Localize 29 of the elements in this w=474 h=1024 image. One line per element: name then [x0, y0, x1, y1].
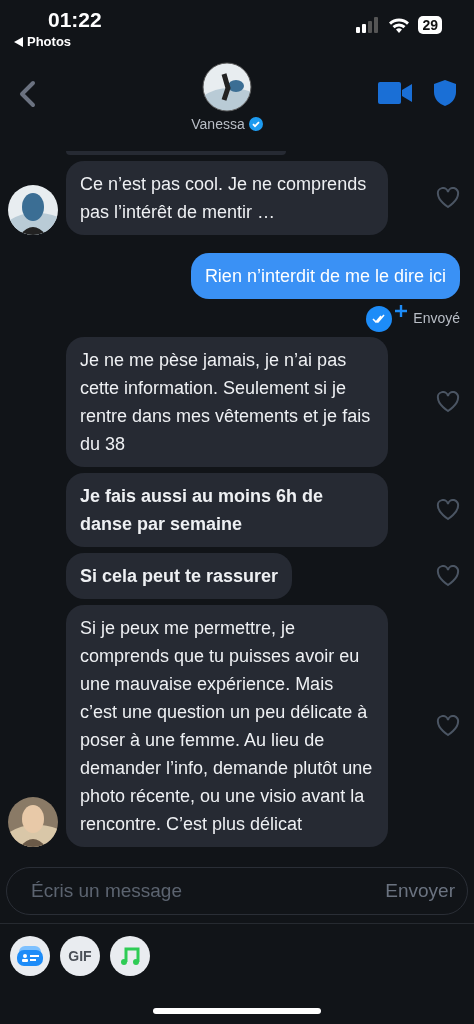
message-status: Envoyé	[413, 310, 460, 326]
heart-icon[interactable]	[436, 187, 460, 209]
gif-button[interactable]: GIF	[60, 936, 100, 976]
music-button[interactable]	[110, 936, 150, 976]
video-call-icon[interactable]	[378, 82, 412, 104]
status-time: 01:22	[48, 8, 102, 32]
message-bubble: Je fais aussi au moins 6h de danse par semaine	[66, 473, 388, 547]
message-bubble: Si cela peut te rassurer	[66, 553, 293, 599]
contact-card-button[interactable]	[10, 936, 50, 976]
heart-icon[interactable]	[436, 565, 460, 587]
message-bubble: Si je peux me permettre, je comprends que tu puisses avoir eu une mauvaise expérience. Mais c’est une question un peu délicate à poser à une femme. Au lieu de demander l’info, demande plutôt une photo récente, ou une visio avant la rencontre. C’est plus délicat	[66, 605, 388, 847]
back-triangle-icon[interactable]	[14, 36, 23, 47]
contact-name: Vanessa	[191, 116, 245, 132]
heart-icon[interactable]	[436, 499, 460, 521]
message-bubble: Rien n’interdit de me le dire ici	[190, 253, 460, 299]
card-icon	[17, 946, 43, 966]
back-to-app-link[interactable]: Photos	[27, 34, 72, 49]
battery-level: 29	[418, 16, 442, 34]
music-note-icon	[120, 946, 140, 966]
send-button[interactable]: Envoyer	[379, 880, 461, 902]
heart-icon[interactable]	[436, 391, 460, 413]
back-icon[interactable]	[18, 80, 36, 108]
message-bubble: Ce n’est pas cool. Je ne comprends pas l’intérêt de mentir …	[66, 161, 388, 235]
signal-icon	[356, 17, 381, 33]
message-bubble: Je ne me pèse jamais, je n’ai pas cette information. Seulement si je rentre dans mes vêtements et je fais du 38	[66, 337, 388, 467]
wifi-icon	[388, 17, 411, 33]
heart-icon[interactable]	[436, 715, 460, 737]
shield-icon[interactable]	[434, 80, 456, 106]
read-receipt-icon	[365, 303, 408, 333]
